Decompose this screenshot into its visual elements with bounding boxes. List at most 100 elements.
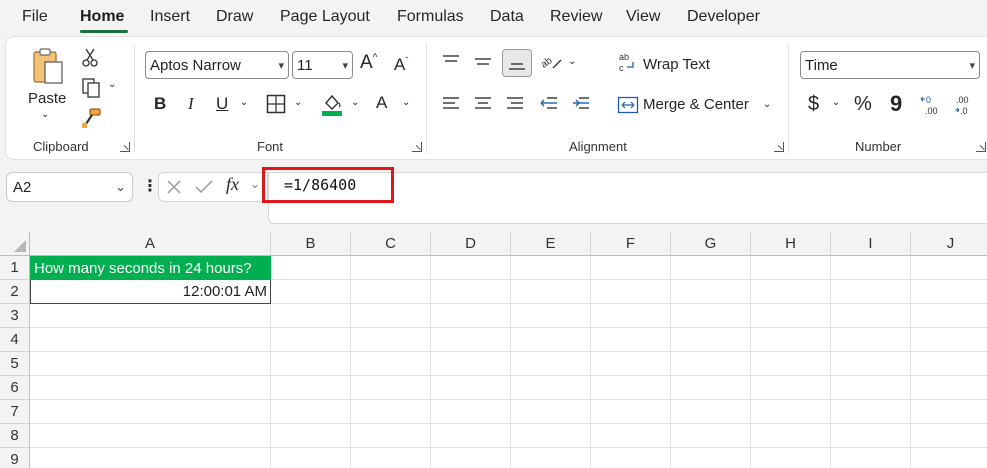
row-header-2[interactable]: 2	[0, 280, 30, 304]
tab-review[interactable]: Review	[550, 8, 602, 26]
worksheet-grid[interactable]: A B C D E F G H I J 1 2 3 4 5 6 7 8 9 Ho…	[0, 232, 987, 468]
top-align-icon[interactable]	[440, 51, 462, 73]
chevron-down-icon: ▾	[278, 59, 284, 72]
column-header-b[interactable]: B	[271, 232, 351, 256]
fill-color-icon[interactable]	[320, 91, 344, 117]
font-size-select[interactable]: 11 ▾	[292, 51, 353, 79]
borders-icon[interactable]	[264, 93, 288, 115]
gridline	[830, 256, 831, 468]
tab-home[interactable]: Home	[80, 8, 124, 26]
font-name-select[interactable]: Aptos Narrow ▾	[145, 51, 289, 79]
decrease-decimal-icon[interactable]: .00.0	[952, 93, 978, 117]
copy-dropdown-icon[interactable]: ⌄	[108, 79, 116, 90]
column-header-g[interactable]: G	[671, 232, 751, 256]
tab-formulas[interactable]: Formulas	[397, 8, 464, 26]
name-box-value: A2	[13, 178, 32, 196]
alignment-launcher-icon[interactable]	[774, 142, 784, 152]
currency-button[interactable]: $	[808, 93, 819, 116]
cut-icon[interactable]	[80, 47, 100, 67]
row-header-4[interactable]: 4	[0, 328, 30, 352]
more-vertical-icon[interactable]: ⋮	[142, 176, 158, 196]
cell-a2[interactable]: 12:00:01 AM	[30, 280, 271, 304]
select-all-button[interactable]	[0, 232, 30, 256]
borders-dropdown-icon[interactable]: ⌄	[294, 97, 302, 108]
row-header-8[interactable]: 8	[0, 424, 30, 448]
orientation-icon[interactable]: ab	[538, 49, 564, 73]
align-right-icon[interactable]	[504, 93, 526, 115]
row-header-5[interactable]: 5	[0, 352, 30, 376]
font-color-dropdown-icon[interactable]: ⌄	[402, 97, 410, 108]
gridline	[30, 351, 987, 352]
increase-decimal-icon[interactable]: 0.00	[920, 93, 944, 117]
decrease-indent-icon[interactable]	[538, 93, 560, 115]
align-left-icon[interactable]	[440, 93, 462, 115]
underline-button[interactable]: U	[216, 94, 228, 114]
comma-style-button[interactable]: 9	[890, 91, 902, 117]
number-group-label: Number	[855, 139, 902, 154]
fill-color-dropdown-icon[interactable]: ⌄	[351, 97, 359, 108]
middle-align-icon[interactable]	[472, 51, 494, 73]
font-launcher-icon[interactable]	[412, 142, 422, 152]
row-header-6[interactable]: 6	[0, 376, 30, 400]
column-header-h[interactable]: H	[751, 232, 831, 256]
paste-icon[interactable]	[28, 45, 68, 87]
wrap-text-button[interactable]: Wrap Text	[643, 56, 710, 73]
gridline	[670, 256, 671, 468]
tab-view[interactable]: View	[626, 8, 660, 26]
bottom-align-icon[interactable]	[502, 49, 532, 77]
wrap-text-icon[interactable]: ab c	[618, 51, 638, 73]
cell-a1[interactable]: How many seconds in 24 hours?	[30, 256, 271, 280]
clipboard-launcher-icon[interactable]	[120, 142, 130, 152]
chevron-down-icon: ⌄	[115, 179, 126, 194]
merge-center-icon[interactable]	[617, 95, 639, 115]
percent-button[interactable]: %	[854, 93, 872, 116]
row-header-9[interactable]: 9	[0, 448, 30, 468]
column-header-f[interactable]: F	[591, 232, 671, 256]
active-tab-indicator	[80, 30, 128, 33]
merge-center-button[interactable]: Merge & Center	[643, 96, 749, 113]
gridline	[510, 256, 511, 468]
tab-developer[interactable]: Developer	[687, 8, 760, 26]
currency-dropdown-icon[interactable]: ⌄	[832, 97, 840, 108]
row-header-1[interactable]: 1	[0, 256, 30, 280]
insert-function-button[interactable]: fx	[226, 174, 239, 195]
align-center-icon[interactable]	[472, 93, 494, 115]
increase-font-size-icon[interactable]: A^	[360, 52, 377, 74]
bold-button[interactable]: B	[154, 94, 166, 114]
italic-button[interactable]: I	[188, 94, 194, 114]
column-header-e[interactable]: E	[511, 232, 591, 256]
tab-file[interactable]: File	[22, 8, 48, 26]
column-header-i[interactable]: I	[831, 232, 911, 256]
copy-icon[interactable]	[80, 77, 102, 99]
name-box[interactable]: A2 ⌄	[6, 172, 133, 202]
column-header-j[interactable]: J	[911, 232, 987, 256]
column-header-a[interactable]: A	[30, 232, 271, 256]
column-header-d[interactable]: D	[431, 232, 511, 256]
divider	[134, 45, 135, 153]
font-color-button[interactable]: A	[376, 93, 387, 113]
tab-draw[interactable]: Draw	[216, 8, 253, 26]
orientation-dropdown-icon[interactable]: ⌄	[568, 56, 576, 67]
underline-dropdown-icon[interactable]: ⌄	[240, 97, 248, 108]
number-launcher-icon[interactable]	[976, 142, 986, 152]
paste-button[interactable]: Paste	[28, 90, 66, 107]
tab-page-layout[interactable]: Page Layout	[280, 8, 370, 26]
number-format-value: Time	[805, 56, 838, 74]
chevron-down-icon: ▾	[969, 59, 975, 72]
svg-text:.0: .0	[960, 106, 968, 116]
format-painter-icon[interactable]	[80, 107, 102, 129]
increase-indent-icon[interactable]	[570, 93, 592, 115]
tab-data[interactable]: Data	[490, 8, 524, 26]
gridline	[271, 279, 987, 280]
row-header-7[interactable]: 7	[0, 400, 30, 424]
column-header-c[interactable]: C	[351, 232, 431, 256]
row-header-3[interactable]: 3	[0, 304, 30, 328]
enter-check-icon[interactable]	[193, 177, 215, 197]
cancel-icon[interactable]	[164, 177, 184, 197]
paste-dropdown-icon[interactable]: ⌄	[41, 109, 49, 120]
font-size-value: 11	[297, 56, 313, 74]
number-format-select[interactable]: Time ▾	[800, 51, 980, 79]
merge-center-dropdown-icon[interactable]: ⌄	[763, 99, 771, 110]
decrease-font-size-icon[interactable]: Aˇ	[394, 55, 408, 75]
tab-insert[interactable]: Insert	[150, 8, 190, 26]
